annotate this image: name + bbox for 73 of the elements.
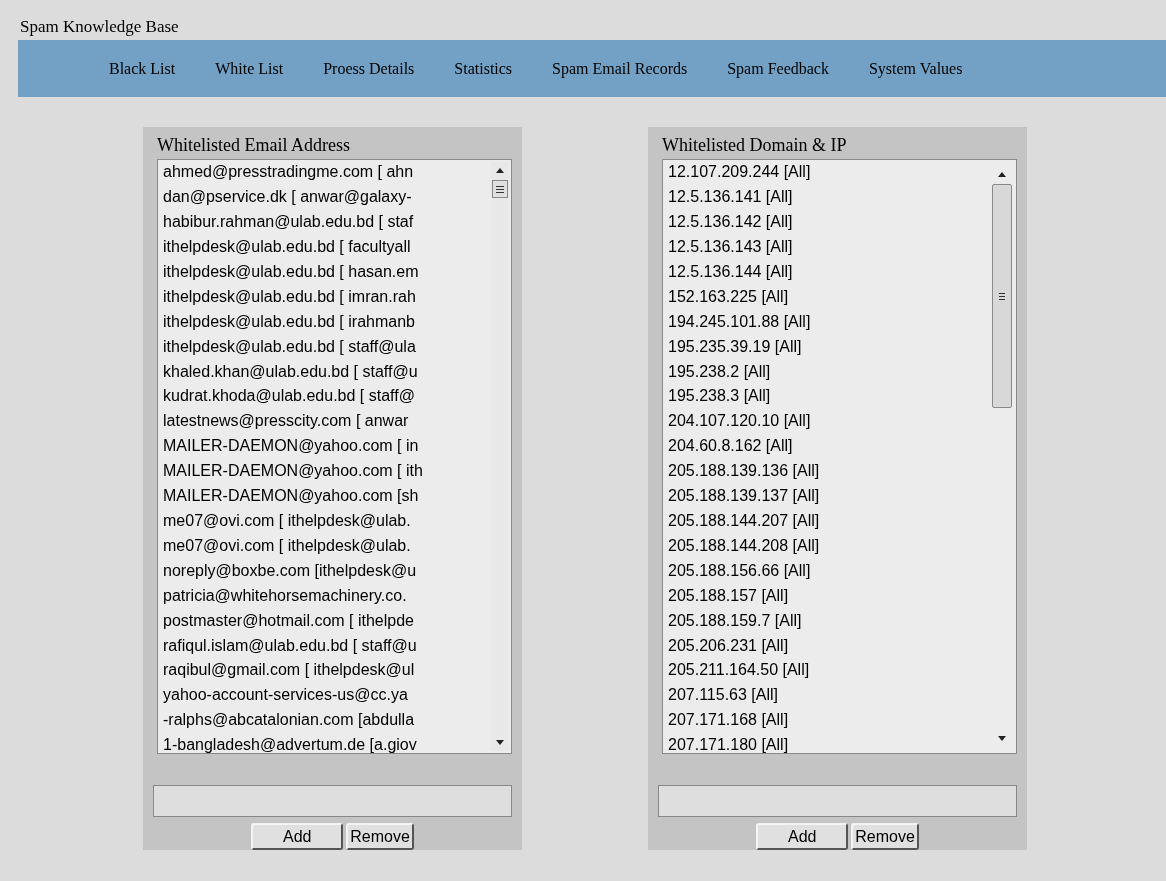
list-item[interactable]: 205.188.156.66 [All] (668, 558, 811, 584)
list-item[interactable]: noreply@boxbe.com [ithelpdesk@u (163, 558, 417, 584)
list-item[interactable]: 207.171.180 [All] (668, 733, 789, 753)
list-item[interactable]: 205.206.231 [All] (668, 633, 789, 659)
scroll-up-icon[interactable] (998, 172, 1006, 178)
scroll-thumb[interactable] (992, 184, 1012, 409)
list-item[interactable]: 205.188.159.7 [All] (668, 608, 802, 634)
list-item[interactable]: -ralphs@abcatalonian.com [abdulla (163, 708, 415, 734)
list-item[interactable]: 12.5.136.144 [All] (668, 259, 793, 285)
list-item[interactable]: dan@pservice.dk [ anwar@galaxy- (163, 185, 412, 211)
nav-link[interactable]: Spam Email Records (552, 56, 688, 81)
list-item[interactable]: ithelpdesk@ulab.edu.bd [ staff@ula (163, 334, 416, 360)
nav-link[interactable]: Statistics (454, 56, 513, 81)
scroll-up-icon[interactable] (496, 168, 504, 174)
list-item[interactable]: 195.238.3 [All] (668, 384, 771, 410)
button[interactable]: Add (251, 823, 344, 850)
list-item[interactable]: latestnews@presscity.com [ anwar (163, 409, 409, 435)
input-field[interactable] (658, 784, 1017, 817)
list-item[interactable]: 205.188.157 [All] (668, 583, 789, 609)
nav-link[interactable]: Spam Feedback (727, 56, 829, 81)
list-item[interactable]: MAILER-DAEMON@yahoo.com [ in (163, 434, 419, 460)
scroll-thumb[interactable] (492, 180, 508, 199)
scroll-down-icon[interactable] (496, 739, 504, 745)
list-item[interactable]: yahoo-account-services-us@cc.ya (163, 683, 408, 709)
list-item[interactable]: 205.188.139.137 [All] (668, 484, 820, 509)
list-item[interactable]: 195.238.2 [All] (668, 359, 771, 385)
nav-link[interactable]: Proess Details (323, 56, 415, 81)
list-item[interactable]: 1-bangladesh@advertum.de [a.giov (163, 733, 417, 753)
list-item[interactable]: 204.60.8.162 [All] (668, 434, 793, 460)
list-item[interactable]: MAILER-DAEMON@yahoo.com [ ith (163, 459, 423, 485)
nav-link[interactable]: White List (215, 56, 284, 81)
list-item[interactable]: 195.235.39.19 [All] (668, 334, 802, 360)
scrollbar[interactable] (491, 162, 509, 751)
list-item[interactable]: 205.188.144.207 [All] (668, 509, 820, 534)
list-item[interactable]: ithelpdesk@ulab.edu.bd [ imran.rah (163, 284, 416, 310)
list-item[interactable]: raqibul@gmail.com [ ithelpdesk@ul (163, 658, 415, 684)
list-item[interactable]: 12.5.136.143 [All] (668, 235, 793, 260)
list-item[interactable]: 205.188.144.208 [All] (668, 533, 820, 559)
list-item[interactable]: MAILER-DAEMON@yahoo.com [sh (163, 484, 419, 509)
list-item[interactable]: rafiqul.islam@ulab.edu.bd [ staff@u (163, 633, 417, 659)
list-item[interactable]: 205.211.164.50 [All] (668, 658, 810, 684)
list-item[interactable]: 12.5.136.142 [All] (668, 210, 793, 236)
list-item[interactable]: 194.245.101.88 [All] (668, 309, 811, 335)
list-item[interactable]: 12.5.136.141 [All] (668, 185, 793, 211)
list-item[interactable]: 152.163.225 [All] (668, 284, 789, 310)
list-item[interactable]: 207.115.63 [All] (668, 683, 778, 709)
nav-link[interactable]: System Values (868, 56, 963, 81)
list-box[interactable] (157, 159, 512, 754)
list-item[interactable]: patricia@whitehorsemachinery.co. (163, 583, 407, 609)
button[interactable]: Remove (346, 823, 414, 850)
list-item[interactable]: 204.107.120.10 [All] (668, 409, 811, 435)
button[interactable]: Add (756, 823, 849, 850)
list-item[interactable]: khaled.khan@ulab.edu.bd [ staff@u (163, 359, 418, 385)
scroll-down-icon[interactable] (998, 735, 1006, 741)
list-item[interactable]: ithelpdesk@ulab.edu.bd [ facultyall (163, 235, 411, 260)
list-item[interactable]: me07@ovi.com [ ithelpdesk@ulab. (163, 533, 411, 559)
list-item[interactable]: kudrat.khoda@ulab.edu.bd [ staff@ (163, 384, 415, 410)
list-item[interactable]: 12.107.209.244 [All] (668, 160, 811, 186)
list-item[interactable]: me07@ovi.com [ ithelpdesk@ulab. (163, 509, 411, 534)
nav-link[interactable]: Black List (109, 56, 176, 81)
page-title: Spam Knowledge Base (20, 17, 179, 36)
list-box[interactable] (662, 159, 1017, 754)
list-item[interactable]: ithelpdesk@ulab.edu.bd [ irahmanb (163, 309, 415, 335)
list-item[interactable]: habibur.rahman@ulab.edu.bd [ staf (163, 210, 414, 236)
list-item[interactable]: ahmed@presstradingme.com [ ahn (163, 160, 414, 186)
list-item[interactable]: postmaster@hotmail.com [ ithelpde (163, 608, 414, 634)
input-field[interactable] (153, 784, 512, 817)
list-item[interactable]: 207.171.168 [All] (668, 708, 789, 734)
list-item[interactable]: 205.188.139.136 [All] (668, 459, 820, 485)
panel-heading: Whitelisted Domain & IP (662, 134, 847, 157)
panel-heading: Whitelisted Email Address (157, 134, 350, 157)
button[interactable]: Remove (851, 823, 919, 850)
list-item[interactable]: ithelpdesk@ulab.edu.bd [ hasan.em (163, 259, 419, 285)
